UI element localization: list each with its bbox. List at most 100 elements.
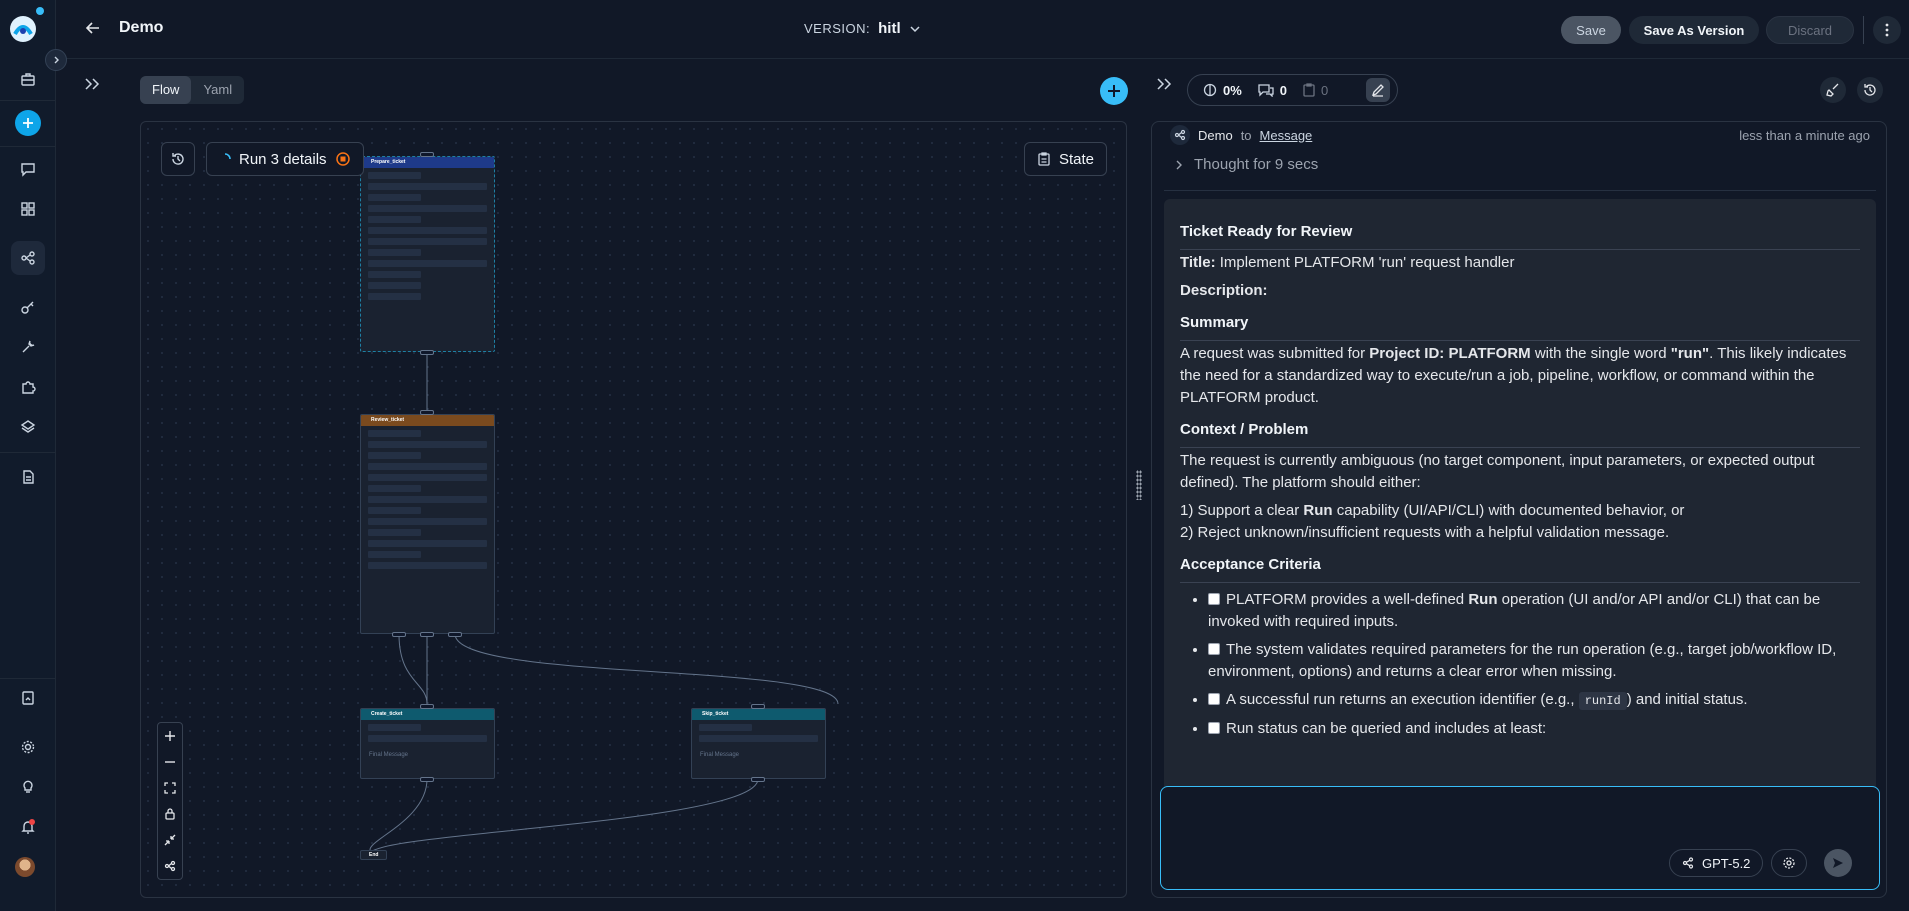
save-button[interactable]: Save	[1561, 16, 1621, 44]
expand-panel-icon[interactable]	[84, 77, 102, 91]
spinner-icon	[219, 153, 231, 165]
flow-canvas[interactable]: Prepare_ticket Review_ticket Create_tick…	[140, 121, 1127, 898]
description-label: Description:	[1180, 282, 1268, 299]
node-title: Skip_ticket	[692, 709, 825, 720]
chevron-right-icon	[1174, 160, 1184, 170]
comments-icon	[1258, 83, 1274, 97]
state-label: State	[1059, 150, 1095, 168]
back-arrow-icon[interactable]	[84, 19, 102, 37]
save-as-version-button[interactable]: Save As Version	[1629, 16, 1759, 44]
message-header: Demo to Message less than a minute ago	[1170, 125, 1870, 145]
zoom-out-icon[interactable]	[158, 749, 182, 775]
thought-toggle[interactable]: Thought for 9 secs	[1174, 156, 1318, 173]
more-vertical-icon[interactable]	[1873, 16, 1901, 44]
view-toggle: Flow Yaml	[140, 76, 245, 104]
settings-icon[interactable]	[1771, 849, 1807, 877]
message-timestamp: less than a minute ago	[1739, 127, 1870, 143]
version-selector[interactable]: VERSION: hitl	[804, 20, 921, 37]
title-label: Title:	[1180, 254, 1216, 271]
flow-icon	[1170, 125, 1190, 145]
resize-handle[interactable]	[1136, 470, 1142, 500]
chat-input[interactable]: GPT-5.2	[1160, 786, 1880, 890]
tab-yaml[interactable]: Yaml	[191, 76, 244, 104]
lock-icon[interactable]	[158, 801, 182, 827]
key-icon[interactable]	[11, 290, 45, 324]
node-title: Create_ticket	[361, 709, 494, 720]
list-item: A successful run returns an execution id…	[1208, 689, 1860, 712]
divider	[1164, 190, 1876, 191]
briefcase-icon[interactable]	[11, 62, 45, 96]
summary-text: A request was submitted for Project ID: …	[1180, 345, 1847, 406]
thought-label: Thought for 9 secs	[1194, 156, 1319, 173]
chat-panel: Demo to Message less than a minute ago T…	[1151, 121, 1887, 898]
criteria-checkbox[interactable]	[1208, 643, 1220, 655]
tab-flow[interactable]: Flow	[140, 76, 192, 104]
node-end[interactable]: End	[360, 850, 387, 860]
send-icon[interactable]	[1824, 849, 1852, 877]
add-node-button[interactable]	[1100, 77, 1128, 105]
acceptance-heading: Acceptance Criteria	[1180, 554, 1860, 583]
edit-icon[interactable]	[1366, 78, 1390, 102]
final-message-label: Final Message	[369, 752, 409, 758]
collapse-icon[interactable]	[158, 827, 182, 853]
criteria-checkbox[interactable]	[1208, 593, 1220, 605]
layers-icon[interactable]	[11, 410, 45, 444]
comments-count: 0	[1279, 82, 1288, 98]
criteria-checkbox[interactable]	[1208, 722, 1220, 734]
history-icon[interactable]	[1857, 77, 1883, 103]
left-sidebar	[0, 0, 56, 911]
message-target-link[interactable]: Message	[1260, 128, 1313, 143]
summary-heading: Summary	[1180, 312, 1860, 341]
settings-icon[interactable]	[11, 730, 45, 764]
progress-icon	[1203, 83, 1217, 97]
flows-icon[interactable]	[11, 241, 45, 275]
wrench-icon[interactable]	[11, 330, 45, 364]
clipboard-icon	[1303, 83, 1315, 97]
criteria-list: PLATFORM provides a well-defined Run ope…	[1180, 589, 1860, 740]
clear-chat-icon[interactable]	[1820, 77, 1846, 103]
zoom-controls	[157, 722, 183, 880]
chat-icon[interactable]	[11, 152, 45, 186]
puzzle-icon[interactable]	[11, 370, 45, 404]
avatar[interactable]	[15, 857, 35, 877]
chevron-right-icon[interactable]	[45, 49, 67, 71]
node-title: Review_ticket	[361, 415, 494, 426]
collapse-panel-icon[interactable]	[1156, 77, 1174, 91]
add-icon[interactable]	[15, 110, 41, 136]
run-details-button[interactable]: Run 3 details	[206, 142, 364, 176]
version-value: hitl	[878, 20, 901, 37]
model-label: GPT-5.2	[1702, 855, 1751, 871]
message-sender: Demo	[1198, 127, 1233, 143]
share-icon	[1682, 857, 1694, 869]
tasks-count: 0	[1321, 82, 1329, 98]
criteria-checkbox[interactable]	[1208, 693, 1220, 705]
grid-icon[interactable]	[11, 192, 45, 226]
context-text: The request is currently ambiguous (no t…	[1180, 452, 1815, 491]
progress-value: 0%	[1223, 82, 1242, 98]
app-logo[interactable]	[6, 12, 40, 46]
layout-icon[interactable]	[158, 853, 182, 879]
node-create-ticket[interactable]: Create_ticket Final Message	[360, 708, 495, 779]
top-bar: Demo VERSION: hitl Save Save As Version …	[56, 0, 1909, 59]
zoom-in-icon[interactable]	[158, 723, 182, 749]
model-selector[interactable]: GPT-5.2	[1669, 849, 1764, 877]
report-icon[interactable]	[11, 681, 45, 715]
history-icon[interactable]	[161, 142, 195, 176]
title-value: Implement PLATFORM 'run' request handler	[1219, 254, 1515, 271]
node-review-ticket[interactable]: Review_ticket	[360, 414, 495, 634]
stop-icon[interactable]	[335, 151, 351, 167]
fit-view-icon[interactable]	[158, 775, 182, 801]
node-prepare-ticket[interactable]: Prepare_ticket	[360, 156, 495, 352]
list-item: PLATFORM provides a well-defined Run ope…	[1208, 589, 1860, 633]
context-heading: Context / Problem	[1180, 419, 1860, 448]
state-button[interactable]: State	[1024, 142, 1108, 176]
node-title: Prepare_ticket	[361, 157, 494, 168]
lightbulb-icon[interactable]	[11, 770, 45, 804]
edges	[369, 354, 839, 853]
bell-icon[interactable]	[11, 810, 45, 844]
node-skip-ticket[interactable]: Skip_ticket Final Message	[691, 708, 826, 779]
message-card: Ticket Ready for Review Title: Implement…	[1164, 199, 1876, 799]
document-icon[interactable]	[11, 460, 45, 494]
discard-button[interactable]: Discard	[1766, 16, 1854, 44]
option-2: 2) Reject unknown/insufficient requests …	[1180, 524, 1670, 541]
